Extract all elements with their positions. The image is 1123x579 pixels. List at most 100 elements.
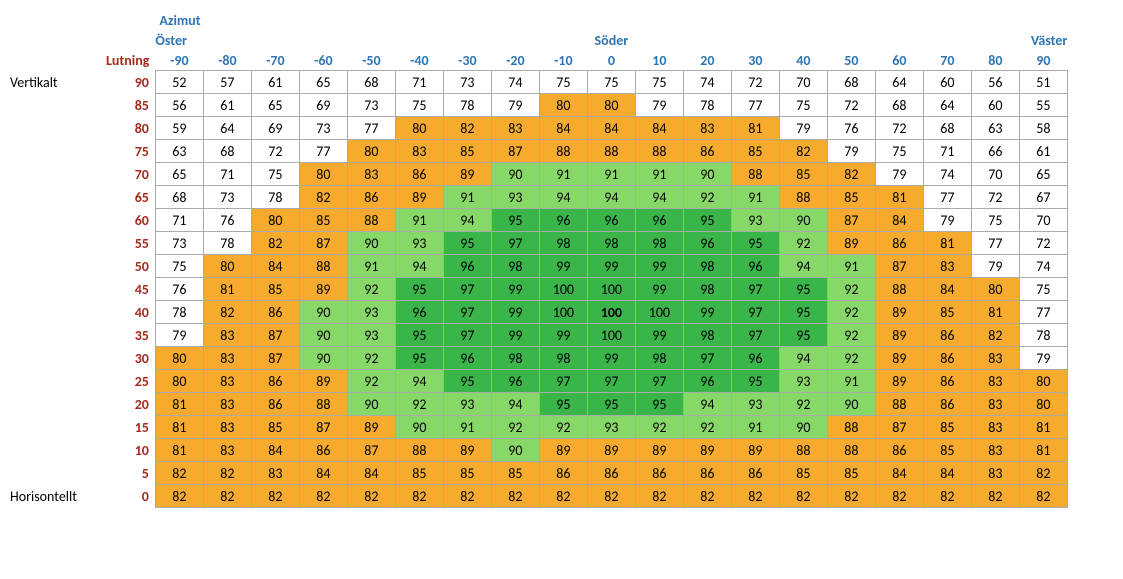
cell-y85-x20: 78 [683, 94, 731, 117]
cell-y85-x90: 55 [1019, 94, 1067, 117]
cell-y40-x20: 99 [683, 301, 731, 324]
cell-y45-x-80: 81 [203, 278, 251, 301]
cell-y55-x70: 81 [923, 232, 971, 255]
spacer [635, 10, 683, 30]
cell-y65-x70: 77 [923, 186, 971, 209]
cell-y85-x50: 72 [827, 94, 875, 117]
cell-y20-x-10: 95 [539, 393, 587, 416]
cell-y0-x-20: 82 [491, 485, 539, 508]
cell-y50-x10: 99 [635, 255, 683, 278]
cell-y0-x60: 82 [875, 485, 923, 508]
cell-y50-x-40: 94 [395, 255, 443, 278]
cell-y30-x40: 94 [779, 347, 827, 370]
col-header--90: -90 [155, 50, 203, 71]
cell-y55-x-10: 98 [539, 232, 587, 255]
cell-y75-x-50: 80 [347, 140, 395, 163]
cell-y30-x-50: 92 [347, 347, 395, 370]
cell-y10-x40: 88 [779, 439, 827, 462]
spacer [395, 30, 443, 50]
cell-y45-x70: 84 [923, 278, 971, 301]
cell-y85-x30: 77 [731, 94, 779, 117]
cell-y90-x-40: 71 [395, 71, 443, 94]
cell-y20-x-30: 93 [443, 393, 491, 416]
cell-y55-x10: 98 [635, 232, 683, 255]
col-header-20: 20 [683, 50, 731, 71]
cell-y75-x80: 66 [971, 140, 1019, 163]
col-header-50: 50 [827, 50, 875, 71]
cell-y50-x40: 94 [779, 255, 827, 278]
spacer [923, 10, 971, 30]
cell-y85-x-80: 61 [203, 94, 251, 117]
cell-y60-x-20: 95 [491, 209, 539, 232]
cell-y70-x30: 88 [731, 163, 779, 186]
spacer [779, 30, 827, 50]
side-label-5 [10, 462, 106, 485]
cell-y55-x-70: 82 [251, 232, 299, 255]
side-label-30 [10, 347, 106, 370]
cell-y35-x20: 98 [683, 324, 731, 347]
cell-y20-x80: 83 [971, 393, 1019, 416]
cell-y50-x-20: 98 [491, 255, 539, 278]
spacer [106, 30, 155, 50]
cell-y20-x-90: 81 [155, 393, 203, 416]
cell-y30-x50: 92 [827, 347, 875, 370]
cell-y50-x-50: 91 [347, 255, 395, 278]
cell-y50-x-70: 84 [251, 255, 299, 278]
cell-y0-x0: 82 [587, 485, 635, 508]
cell-y30-x-30: 96 [443, 347, 491, 370]
cell-y15-x50: 88 [827, 416, 875, 439]
spacer [731, 30, 779, 50]
col-header-60: 60 [875, 50, 923, 71]
cell-y75-x-80: 68 [203, 140, 251, 163]
col-header-90: 90 [1019, 50, 1067, 71]
cell-y5-x-60: 84 [299, 462, 347, 485]
cell-y10-x-40: 88 [395, 439, 443, 462]
cell-y75-x-30: 85 [443, 140, 491, 163]
side-label-70 [10, 163, 106, 186]
cell-y10-x30: 89 [731, 439, 779, 462]
cell-y50-x-30: 96 [443, 255, 491, 278]
cell-y70-x0: 91 [587, 163, 635, 186]
cell-y25-x0: 97 [587, 370, 635, 393]
cell-y55-x40: 92 [779, 232, 827, 255]
cell-y40-x-30: 97 [443, 301, 491, 324]
cell-y70-x90: 65 [1019, 163, 1067, 186]
cell-y90-x-50: 68 [347, 71, 395, 94]
cell-y0-x70: 82 [923, 485, 971, 508]
cell-y65-x-70: 78 [251, 186, 299, 209]
cell-y60-x-60: 85 [299, 209, 347, 232]
cell-y60-x0: 96 [587, 209, 635, 232]
cell-y35-x80: 82 [971, 324, 1019, 347]
col-header--40: -40 [395, 50, 443, 71]
cell-y75-x90: 61 [1019, 140, 1067, 163]
spacer [923, 30, 971, 50]
cell-y70-x-40: 86 [395, 163, 443, 186]
spacer [827, 30, 875, 50]
cell-y5-x-90: 82 [155, 462, 203, 485]
cell-y70-x-80: 71 [203, 163, 251, 186]
cell-y5-x20: 86 [683, 462, 731, 485]
row-header-60: 60 [106, 209, 155, 232]
cell-y15-x60: 87 [875, 416, 923, 439]
cell-y0-x-30: 82 [443, 485, 491, 508]
cell-y35-x-90: 79 [155, 324, 203, 347]
cell-y80-x90: 58 [1019, 117, 1067, 140]
cell-y10-x-80: 83 [203, 439, 251, 462]
side-label-65 [10, 186, 106, 209]
cell-y85-x0: 80 [587, 94, 635, 117]
cell-y50-x0: 99 [587, 255, 635, 278]
cell-y90-x-20: 74 [491, 71, 539, 94]
cell-y50-x50: 91 [827, 255, 875, 278]
col-header-80: 80 [971, 50, 1019, 71]
cell-y0-x50: 82 [827, 485, 875, 508]
cell-y30-x-60: 90 [299, 347, 347, 370]
cell-y45-x60: 88 [875, 278, 923, 301]
col-header--60: -60 [299, 50, 347, 71]
cell-y55-x-90: 73 [155, 232, 203, 255]
cell-y65-x80: 72 [971, 186, 1019, 209]
cell-y90-x-10: 75 [539, 71, 587, 94]
spacer [539, 10, 587, 30]
side-label-35 [10, 324, 106, 347]
cell-y10-x0: 89 [587, 439, 635, 462]
cell-y65-x50: 85 [827, 186, 875, 209]
